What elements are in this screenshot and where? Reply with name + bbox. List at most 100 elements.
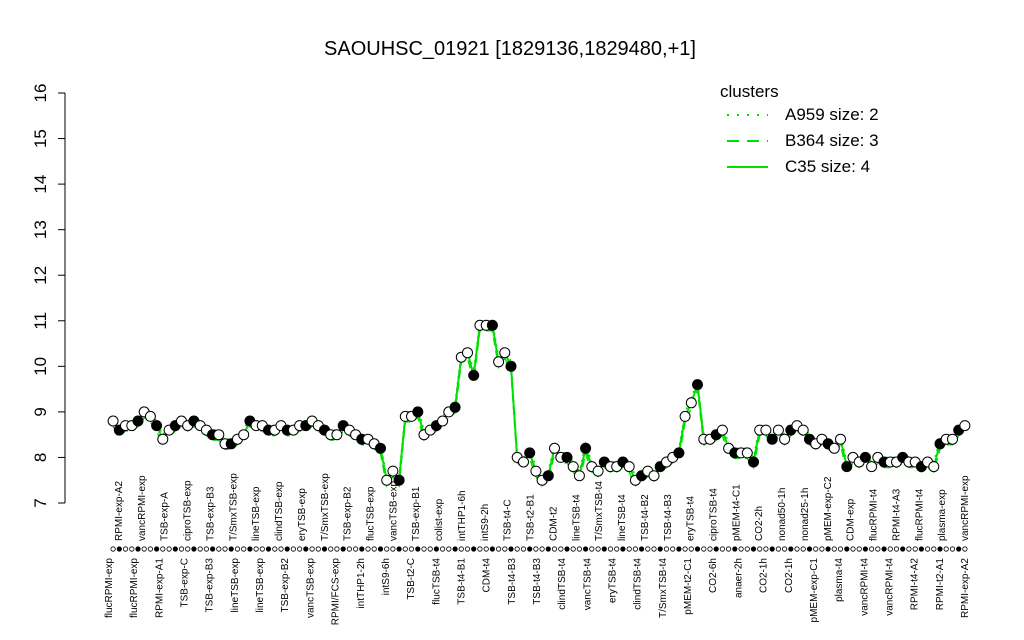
top-condition-label: eryTSB-t4	[686, 496, 697, 541]
rug-marker	[154, 546, 160, 552]
bottom-condition-label: RPMI/FCS-exp	[331, 558, 342, 626]
rug-marker	[875, 546, 881, 552]
top-condition-label: colist-exp	[434, 498, 445, 541]
rug-marker	[558, 546, 564, 552]
top-condition-label: lineTSB-t4	[571, 494, 582, 541]
rug-marker	[825, 546, 831, 552]
rug-marker	[744, 546, 750, 552]
top-condition-label: TSB-t4-B2	[640, 494, 651, 541]
top-condition-label: TSB-exp-A	[160, 492, 171, 541]
rug-marker	[296, 546, 303, 552]
rug-marker	[328, 546, 334, 552]
top-condition-label: intS9-2h	[480, 504, 491, 541]
rug-marker	[352, 546, 359, 552]
rug-marker	[377, 546, 384, 552]
data-point	[772, 424, 784, 436]
rug-marker	[458, 546, 464, 552]
rug-marker	[110, 546, 116, 552]
bottom-condition-label: RPMI-t2-A1	[935, 558, 946, 611]
legend-entry-label: B364 size: 3	[785, 131, 879, 150]
rug-marker	[315, 546, 321, 552]
rug-marker	[141, 546, 147, 552]
bottom-condition-label: intS9-6h	[381, 558, 392, 595]
rug-marker	[545, 546, 551, 552]
bottom-condition-label: clindTSB-t4	[633, 558, 644, 610]
rug-marker	[670, 546, 676, 552]
data-point	[592, 465, 604, 477]
top-condition-label: TSB-t2-B1	[526, 494, 537, 541]
data-point	[549, 442, 560, 454]
data-point	[692, 379, 703, 391]
bottom-condition-label: CO2-1h	[784, 558, 795, 593]
bottom-condition-label: RPMI-exp-A2	[960, 558, 971, 618]
rug-marker	[477, 546, 483, 552]
rug-marker	[943, 546, 949, 552]
data-point	[580, 442, 592, 454]
data-point	[144, 410, 156, 422]
data-point	[530, 465, 542, 477]
chart-title: SAOUHSC_01921 [1829136,1829480,+1]	[324, 38, 696, 60]
rug-marker	[614, 546, 620, 552]
bottom-condition-label: clindTSB-t4	[557, 558, 568, 610]
rug-marker	[769, 546, 775, 552]
data-point	[779, 433, 791, 445]
bottom-condition-label: TSB-exp-B3	[205, 558, 216, 613]
rug-marker	[483, 546, 489, 552]
rug-marker	[589, 546, 595, 552]
rug-marker	[533, 546, 539, 552]
rug-marker	[278, 546, 284, 552]
bottom-condition-label: intTHP1-2h	[356, 558, 367, 609]
bottom-condition-label: RPMI-exp-A1	[154, 558, 165, 618]
rug-marker	[632, 546, 639, 552]
rug-marker	[210, 546, 216, 552]
top-condition-label: lineTSB-exp	[251, 486, 262, 541]
rug-marker	[321, 546, 328, 552]
data-point	[462, 347, 473, 359]
rug-marker	[253, 546, 259, 552]
rug-marker	[806, 546, 813, 552]
bottom-condition-label: lineTSB-exp	[230, 558, 241, 613]
bottom-condition-label: CDM-t4	[482, 558, 493, 593]
bottom-condition-label: plasma-t4	[834, 558, 845, 602]
bottom-condition-label: TSB-exp-C	[180, 558, 191, 607]
rug-marker	[757, 546, 763, 552]
top-condition-label: vancRPMI-exp	[960, 475, 971, 541]
rug-marker	[129, 546, 135, 552]
rug-marker	[844, 546, 850, 552]
top-condition-label: RPMI-exp-A2	[114, 481, 125, 541]
top-condition-label: CO2-2h	[754, 506, 765, 541]
rug-marker	[439, 546, 446, 552]
bottom-condition-label: CO2-6h	[708, 558, 719, 593]
rug-marker	[365, 546, 371, 552]
rug-marker	[676, 546, 682, 552]
top-condition-label: vancTSB-exp	[388, 481, 399, 541]
rug-marker	[265, 546, 272, 552]
rug-marker	[408, 546, 415, 552]
data-point	[760, 424, 772, 436]
top-condition-label: flucTSB-exp	[366, 486, 377, 541]
rug-marker	[800, 546, 806, 552]
y-tick-label: 12	[31, 266, 50, 285]
rug-marker	[520, 546, 527, 552]
rug-marker	[228, 546, 234, 552]
rug-marker	[881, 546, 887, 552]
y-tick-label: 14	[31, 175, 50, 194]
bottom-condition-label: vancTSB-t4	[582, 558, 593, 611]
top-condition-label: TSB-exp-B2	[343, 486, 354, 541]
rug-marker	[116, 546, 122, 552]
data-point	[947, 433, 958, 445]
y-tick-label: 7	[31, 498, 50, 507]
bottom-condition-label: TSB-t2-C	[406, 558, 417, 600]
rug-marker	[651, 546, 657, 552]
bottom-condition-label: TSB-t4-B1	[456, 558, 467, 605]
rug-marker	[788, 546, 794, 552]
top-condition-label: CDM-exp	[846, 498, 857, 541]
rug-marker	[197, 546, 203, 552]
rug-marker	[527, 546, 533, 552]
data-point	[493, 356, 505, 368]
data-point	[766, 433, 778, 445]
rug-marker	[626, 546, 632, 552]
top-condition-label: T/SmxTSB-t4	[594, 481, 605, 541]
top-condition-label: flucRPMI-t4	[869, 488, 880, 541]
bottom-condition-labels: flucRPMI-exp flucRPMI-exp RPMI-exp-A1 TSB-e…	[104, 558, 971, 626]
